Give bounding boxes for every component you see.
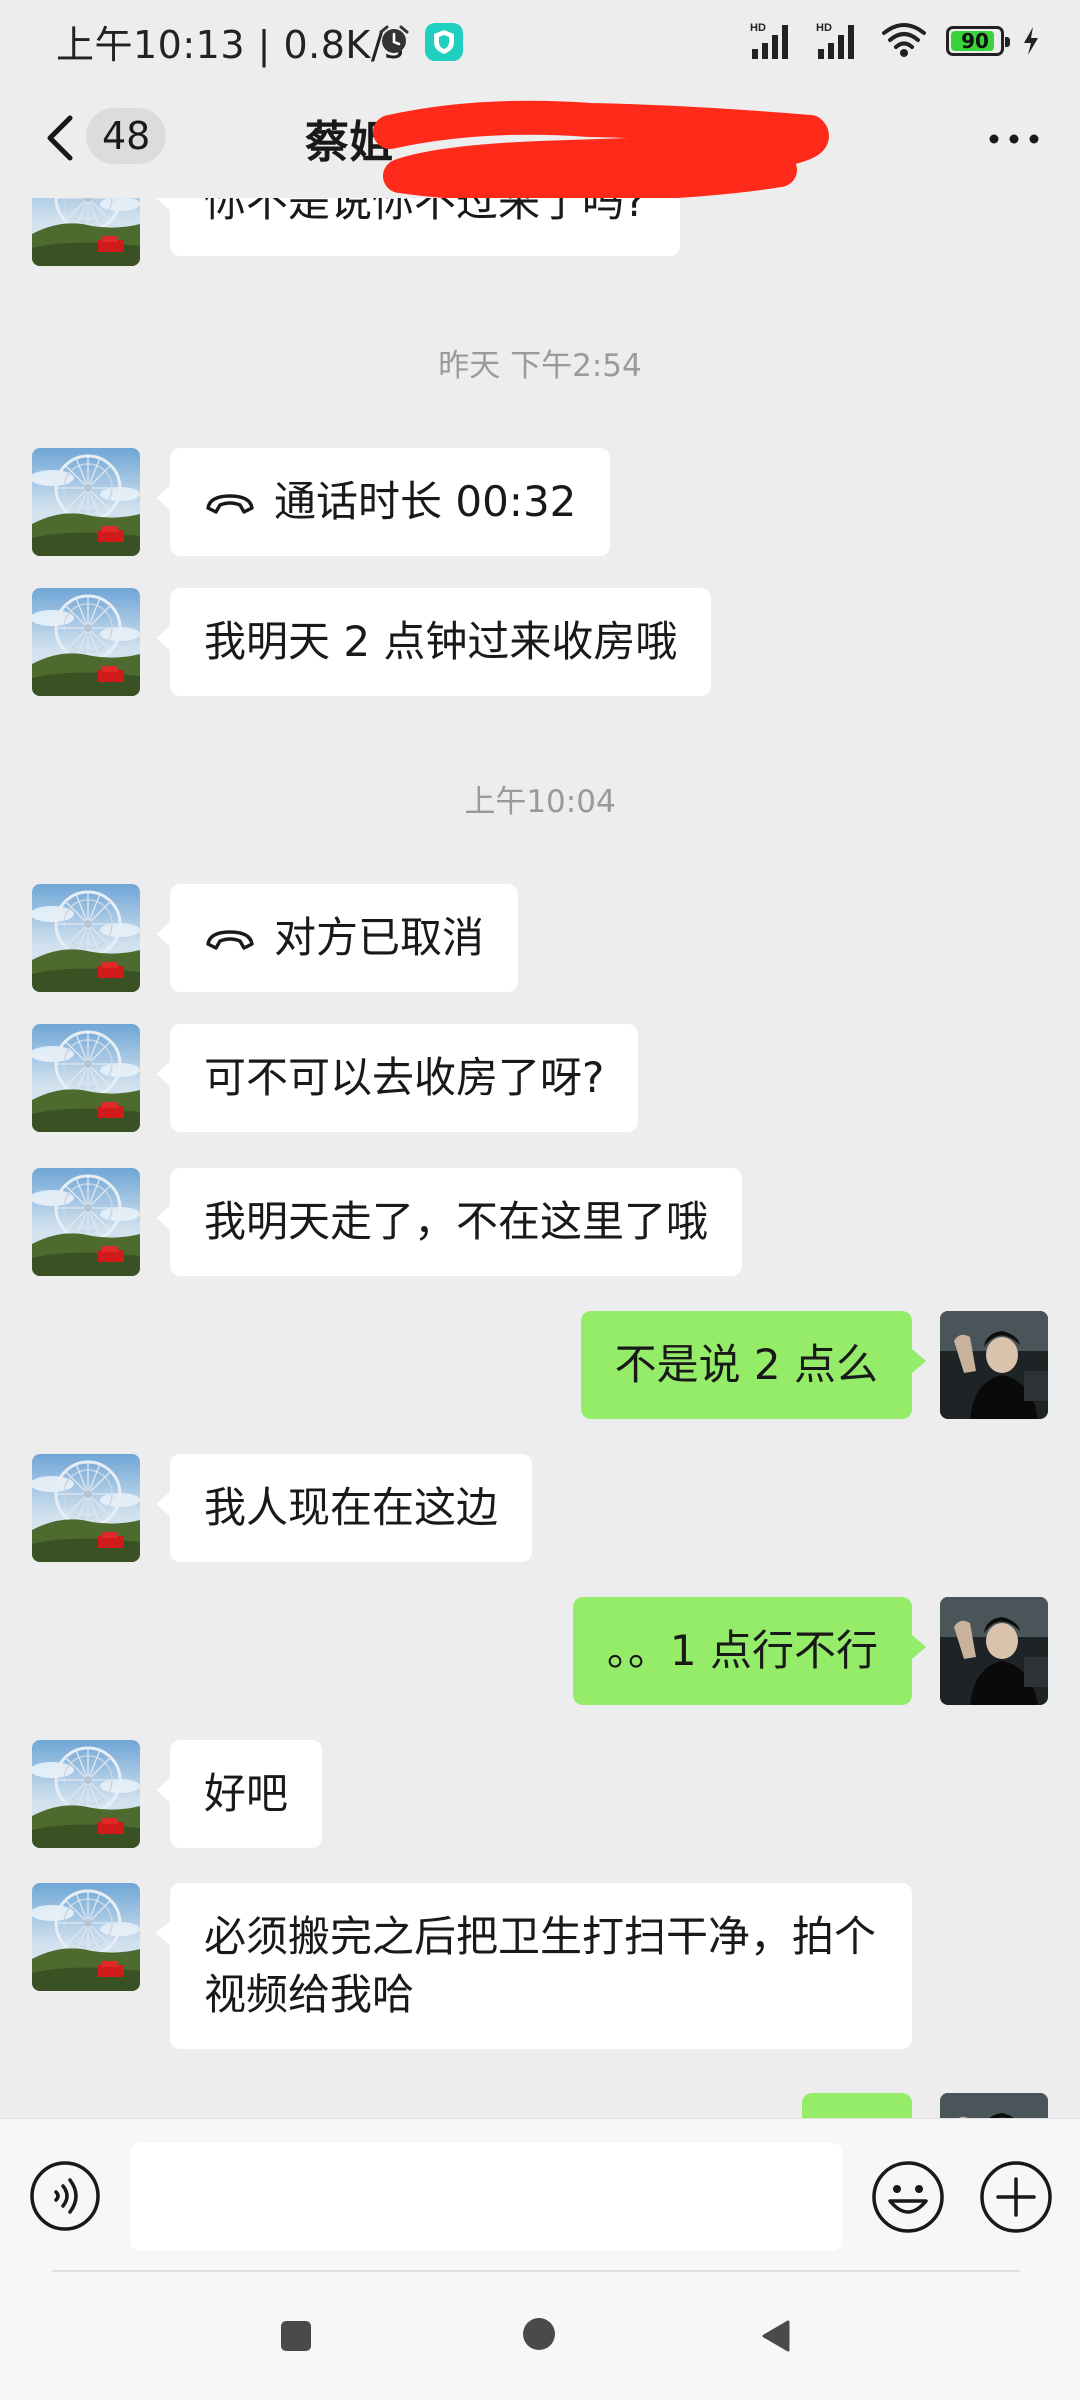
message-text: 不是说 2 点么	[614, 1340, 878, 1389]
wifi-icon	[882, 23, 926, 57]
input-bar	[0, 2118, 1080, 2278]
chevron-left-icon[interactable]	[36, 108, 86, 168]
timestamp: 昨天 下午2:54	[438, 348, 642, 384]
call-record-bubble[interactable]: 对方已取消	[155, 884, 519, 992]
message-bubble-outgoing[interactable]: 。。1 点行不行	[572, 1597, 927, 1705]
svg-text:HD: HD	[750, 22, 766, 34]
cellular-signal-icon: HD	[750, 22, 788, 59]
ellipsis-icon[interactable]	[984, 124, 1044, 154]
message-bubble-outgoing[interactable]	[802, 2093, 912, 2118]
circle-icon[interactable]	[519, 2314, 559, 2354]
message-bubble-incoming[interactable]: 我明天 2 点钟过来收房哦	[155, 588, 712, 696]
message-text: 我人现在在这边	[204, 1483, 499, 1532]
redaction-scribble	[373, 100, 829, 202]
system-navigation-bar	[0, 2278, 1080, 2400]
battery-indicator: 90	[946, 26, 1010, 56]
message-text: 我明天 2 点钟过来收房哦	[204, 617, 678, 666]
battery-level-text: 90	[961, 29, 989, 53]
message-text: 可不可以去收房了呀?	[204, 1053, 605, 1102]
contact-avatar[interactable]	[32, 198, 140, 266]
contact-avatar[interactable]	[32, 1740, 140, 1848]
message-text: 我明天走了，不在这里了哦	[204, 1197, 709, 1246]
message-bubble-incoming[interactable]: 好吧	[155, 1740, 323, 1848]
message-bubble-incoming[interactable]: 我人现在在这边	[155, 1454, 533, 1562]
timestamp: 上午10:04	[464, 784, 616, 820]
chat-header: 48 蔡姐	[0, 84, 1080, 202]
emoji-icon[interactable]	[870, 2159, 946, 2235]
message-bubble-incoming[interactable]: 必须搬完之后把卫生打扫干净，拍个视频给我哈	[156, 1883, 912, 2049]
contact-avatar[interactable]	[32, 1168, 140, 1276]
phone-handset-icon	[206, 929, 254, 950]
contact-avatar[interactable]	[32, 884, 140, 992]
message-bubble-incoming[interactable]: 我明天走了，不在这里了哦	[155, 1168, 743, 1276]
my-avatar[interactable]	[940, 1311, 1048, 1419]
contact-avatar[interactable]	[32, 448, 140, 556]
contact-avatar[interactable]	[32, 1024, 140, 1132]
contact-avatar[interactable]	[32, 1454, 140, 1562]
divider	[52, 2270, 1020, 2272]
message-bubble-outgoing[interactable]: 不是说 2 点么	[580, 1311, 927, 1419]
message-list[interactable]: 你不是说你不过来了吗? 昨天 下午2:54 通话时长 00:32 我明天 2 点…	[0, 198, 1080, 2118]
message-bubble-incoming[interactable]: 可不可以去收房了呀?	[155, 1024, 639, 1132]
triangle-back-icon[interactable]	[758, 2318, 794, 2354]
shield-app-icon	[425, 23, 463, 61]
message-text: 好吧	[204, 1769, 289, 1818]
phone-handset-icon	[206, 493, 254, 514]
unread-count-badge[interactable]: 48	[86, 108, 167, 164]
svg-text:HD: HD	[816, 22, 832, 34]
message-input[interactable]	[130, 2143, 842, 2251]
status-time-speed: 上午10:13 | 0.8K/s	[56, 23, 405, 67]
call-record-bubble[interactable]: 通话时长 00:32	[155, 448, 611, 556]
voice-input-icon[interactable]	[28, 2159, 102, 2233]
message-text: 对方已取消	[274, 913, 485, 962]
my-avatar[interactable]	[940, 1597, 1048, 1705]
charging-bolt-icon	[1024, 27, 1038, 55]
message-bubble-incoming[interactable]: 你不是说你不过来了吗?	[155, 198, 681, 256]
message-text: 必须搬完之后把卫生打扫干净，拍个视频给我哈	[204, 1912, 877, 2019]
alarm-clock-icon	[379, 25, 409, 53]
contact-avatar[interactable]	[32, 1883, 140, 1991]
message-text: 。。1 点行不行	[606, 1626, 878, 1675]
my-avatar[interactable]	[940, 2093, 1048, 2118]
square-icon[interactable]	[278, 2318, 314, 2354]
message-text: 通话时长 00:32	[274, 477, 577, 526]
status-bar: 上午10:13 | 0.8K/s HD HD 90	[0, 0, 1080, 84]
plus-icon[interactable]	[978, 2159, 1054, 2235]
cellular-signal-2-icon: HD	[816, 22, 854, 59]
contact-avatar[interactable]	[32, 588, 140, 696]
message-text: 你不是说你不过来了吗?	[204, 198, 647, 226]
